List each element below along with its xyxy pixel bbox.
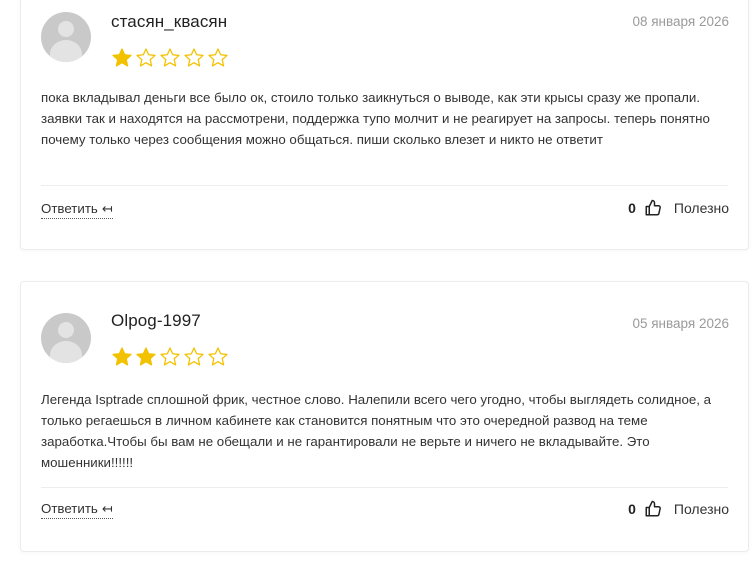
reply-button[interactable]: Ответить ↤	[41, 201, 113, 219]
reply-arrow-icon: ↤	[101, 201, 113, 216]
divider	[41, 487, 728, 488]
helpful-button[interactable]: Полезно	[674, 200, 729, 216]
helpful-count: 0	[628, 200, 636, 216]
review-text: Легенда Isptrade сплошной фрик, честное …	[41, 392, 712, 470]
helpful-count: 0	[628, 501, 636, 517]
star-filled-icon	[136, 347, 156, 366]
review-date: 05 января 2026	[632, 316, 729, 331]
star-empty-icon	[184, 48, 204, 67]
reply-arrow-icon: ↤	[101, 501, 113, 516]
star-empty-icon	[136, 48, 156, 67]
user-avatar-icon	[41, 12, 91, 62]
reply-button[interactable]: Ответить ↤	[41, 501, 113, 519]
star-empty-icon	[208, 347, 228, 366]
star-rating	[111, 47, 229, 69]
user-avatar-icon	[41, 313, 91, 363]
star-filled-icon	[112, 48, 132, 67]
thumbs-up-icon[interactable]	[644, 199, 662, 217]
star-empty-icon	[184, 347, 204, 366]
star-empty-icon	[208, 48, 228, 67]
star-empty-icon	[160, 48, 180, 67]
helpful-block: 0 Полезно	[628, 500, 729, 518]
reply-label: Ответить	[41, 501, 98, 516]
review-author: Olpog-1997	[111, 311, 201, 330]
review-text: пока вкладывал деньги все было ок, стоил…	[41, 90, 710, 147]
review-date: 08 января 2026	[632, 14, 729, 29]
reply-label: Ответить	[41, 201, 98, 216]
review-card: Olpog-1997 05 января 2026 Легенда Isptra…	[20, 281, 749, 552]
thumbs-up-icon[interactable]	[644, 500, 662, 518]
divider	[41, 185, 728, 186]
review-author: стасян_квасян	[111, 12, 228, 31]
helpful-block: 0 Полезно	[628, 199, 729, 217]
star-empty-icon	[160, 347, 180, 366]
helpful-button[interactable]: Полезно	[674, 501, 729, 517]
star-rating	[111, 346, 229, 368]
review-card: стасян_квасян 08 января 2026 пока вклады…	[20, 0, 749, 250]
star-filled-icon	[112, 347, 132, 366]
